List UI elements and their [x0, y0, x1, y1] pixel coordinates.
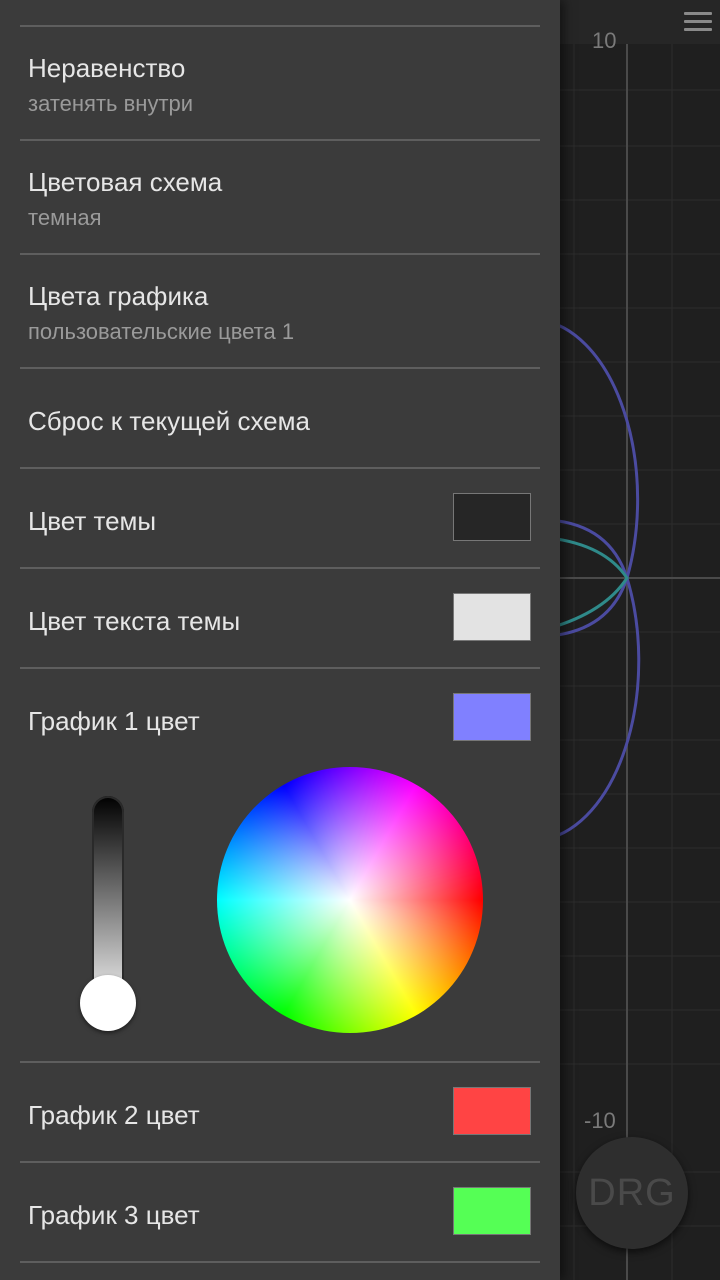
graph2-color-swatch[interactable]	[453, 1087, 531, 1135]
setting-theme-color-title: Цвет темы	[28, 506, 157, 536]
setting-graph-colors-title: Цвета графика	[28, 281, 209, 311]
divider	[20, 25, 540, 27]
divider	[20, 467, 540, 469]
setting-graph2-color-title: График 2 цвет	[28, 1100, 200, 1130]
drg-button[interactable]: DRG	[576, 1137, 688, 1249]
setting-inequality-value: затенять внутри	[28, 91, 194, 116]
divider	[20, 253, 540, 255]
color-wheel[interactable]	[217, 767, 483, 1033]
setting-inequality-title: Неравенство	[28, 53, 186, 83]
divider	[20, 567, 540, 569]
setting-graph3-color-title: График 3 цвет	[28, 1200, 200, 1230]
divider	[20, 139, 540, 141]
divider	[20, 667, 540, 669]
y-tick-top: 10	[592, 28, 617, 53]
graph3-color-swatch[interactable]	[453, 1187, 531, 1235]
theme-text-color-swatch[interactable]	[453, 593, 531, 641]
y-tick-bottom: -10	[584, 1108, 616, 1133]
menu-icon[interactable]	[684, 12, 712, 34]
reset-scheme-label: Сброс к текущей схема	[28, 406, 310, 436]
setting-graph1-color-title: График 1 цвет	[28, 706, 200, 736]
settings-drawer: Неравенство затенять внутри Цветовая схе…	[0, 0, 560, 1280]
brightness-slider-handle[interactable]	[80, 975, 136, 1031]
setting-color-scheme-value: темная	[28, 205, 102, 230]
divider	[20, 367, 540, 369]
theme-color-swatch[interactable]	[453, 493, 531, 541]
divider	[20, 1061, 540, 1063]
graph1-color-swatch[interactable]	[453, 693, 531, 741]
setting-color-scheme-title: Цветовая схема	[28, 167, 223, 197]
divider	[20, 1261, 540, 1263]
drg-button-label: DRG	[588, 1171, 676, 1214]
setting-theme-text-color-title: Цвет текста темы	[28, 606, 241, 636]
setting-graph-colors-value: пользовательские цвета 1	[28, 319, 295, 344]
divider	[20, 1161, 540, 1163]
